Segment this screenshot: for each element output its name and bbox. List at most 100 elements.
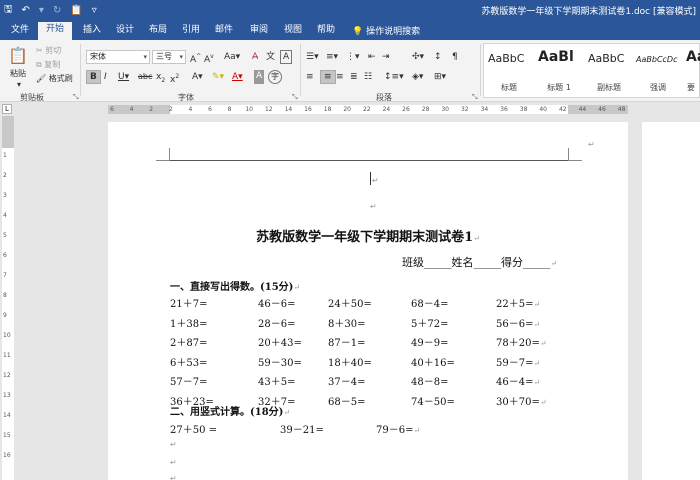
show-marks-icon[interactable]: ¶ [452,50,458,64]
distributed-icon[interactable]: ☷ [364,70,372,84]
horizontal-ruler: L 6 4 2 2 4 6 8 10 12 14 16 18 20 22 24 26 28 30 32 34 36 38 4… [0,102,700,116]
tab-mailings[interactable]: 邮件 [213,23,235,40]
font-size-combo[interactable]: 三号 ▾ [152,50,186,64]
borders-icon[interactable]: ⊞▾ [434,70,446,84]
bold-button[interactable]: B [86,70,101,84]
clear-formatting-icon[interactable]: A̶ [252,50,258,64]
char-shading-icon[interactable]: A [254,70,265,84]
cut-button[interactable]: ✂ 剪切 [36,45,61,56]
style-title[interactable]: AaBbC 标题 [484,44,534,97]
style-heading-1[interactable]: AaBl 标题 1 [534,44,584,97]
style-partial[interactable]: AaBl 要 [682,44,700,97]
tab-home[interactable]: 开始 [38,22,73,40]
copy-button[interactable]: ⧉ 复制 [36,59,60,70]
ruler-bar[interactable]: 6 4 2 2 4 6 8 10 12 14 16 18 20 22 24 26 28 30 32 34 36 38 40 4… [108,105,628,114]
style-sample: AaBbC [488,52,525,65]
align-right-icon[interactable]: ≡ [336,70,344,84]
strikethrough-button[interactable]: abc [138,70,152,84]
tab-help[interactable]: 帮助 [315,23,337,40]
redo-icon[interactable]: ↻ [53,5,61,16]
paste-icon[interactable]: 📋 [8,46,28,65]
arithmetic-item: 43＋5= [258,377,296,388]
enclose-char-icon[interactable]: 字 [268,70,282,84]
undo-icon[interactable]: ↶ [22,5,30,16]
vertical-calc-1: 27＋50 = [170,425,218,436]
font-name-combo[interactable]: 宋体 ▾ [86,50,150,64]
shading-icon[interactable]: ◈▾ [412,70,423,84]
underline-button[interactable]: U▾ [118,70,129,84]
bullets-icon[interactable]: ☰▾ [306,50,319,64]
tab-design[interactable]: 设计 [114,23,136,40]
text-cursor [370,172,371,185]
numbering-icon[interactable]: ≡▾ [326,50,338,64]
paragraph-mark: ↵ [372,176,379,185]
heading-text: 苏教版数学一年级下学期期末测试卷1 [256,230,474,245]
document-page[interactable]: ↵ ↵ ↵ 苏教版数学一年级下学期期末测试卷1↵ 班级_____姓名_____得… [108,122,628,480]
tab-layout[interactable]: 布局 [147,23,169,40]
superscript-button[interactable]: x2 [170,70,179,85]
tab-selector-icon[interactable]: L [2,104,12,114]
vruler-number: 13 [3,392,11,399]
vruler-number: 10 [3,332,11,339]
char-border-icon[interactable]: A [280,50,293,64]
align-center-icon[interactable]: ≡ [320,70,336,84]
format-painter-button[interactable]: 🖌 格式刷 [36,73,73,84]
style-subtitle[interactable]: AaBbC 副标题 [584,44,634,97]
tab-file[interactable]: 文件 [9,23,31,40]
tell-me-search[interactable]: 💡 操作说明搜索 [352,24,420,37]
ruler-number: 8 [227,106,232,113]
increase-indent-icon[interactable]: ⇥ [382,50,390,64]
paste-button[interactable]: 粘贴 [10,68,26,79]
ruler-number: 36 [500,106,508,113]
paste-qat-icon[interactable]: 📋 [70,5,82,16]
shrink-font-icon[interactable]: Av [204,50,214,65]
style-name: 副标题 [597,83,621,92]
font-launcher-icon[interactable]: ⤡ [292,93,298,102]
group-divider [80,44,81,96]
vruler-number: 3 [3,192,7,199]
ruler-number: 10 [245,106,254,113]
justify-icon[interactable]: ≣ [350,70,358,84]
vertical-ruler[interactable]: 1 2 3 4 5 6 7 8 9 10 11 12 13 14 15 16 [2,116,14,480]
font-name-value: 宋体 [90,52,106,61]
tab-references[interactable]: 引用 [180,23,202,40]
next-page[interactable] [642,122,700,480]
decrease-indent-icon[interactable]: ⇤ [368,50,376,64]
customize-qat-icon[interactable]: ▿ [92,5,97,16]
paragraph-mark: ↵ [550,259,558,268]
arithmetic-item: 68－5= [328,396,366,408]
tab-view[interactable]: 视图 [282,23,304,40]
save-icon[interactable]: 🖫 [4,2,13,19]
font-color-icon[interactable]: A▾ [232,70,243,84]
undo-dropdown-icon[interactable]: ▾ [39,5,44,16]
asian-layout-icon[interactable]: ✣▾ [412,50,424,64]
arithmetic-item: 20＋43= [258,338,302,349]
arithmetic-item: 87－1= [328,338,366,349]
header-corner-mark [156,148,170,161]
highlight-icon[interactable]: ✎▾ [212,70,224,84]
vruler-number: 14 [3,412,11,419]
grow-font-icon[interactable]: A^ [190,50,201,65]
style-emphasis[interactable]: AaBbCcDc 强调 [634,44,682,97]
vruler-number: 7 [3,272,7,279]
scissors-icon: ✂ [36,46,43,55]
group-divider [480,44,481,96]
paragraph-launcher-icon[interactable]: ⤡ [472,93,478,102]
phonetic-guide-icon[interactable]: 文 [266,50,275,64]
multilevel-list-icon[interactable]: ⋮▾ [346,50,360,64]
tab-review[interactable]: 审阅 [248,23,270,40]
ruler-number: 32 [460,106,469,113]
clipboard-launcher-icon[interactable]: ⤡ [73,93,79,102]
align-left-icon[interactable]: ≡ [306,70,314,84]
text-effects-icon[interactable]: A▾ [192,70,203,84]
paragraph-mark: ↵ [533,319,541,329]
header-rule [170,160,568,161]
change-case-icon[interactable]: Aa▾ [224,50,240,64]
arithmetic-item: 46－6= [258,299,296,310]
sort-icon[interactable]: ↕ [434,50,442,64]
italic-button[interactable]: I [104,70,107,84]
tab-insert[interactable]: 插入 [81,23,103,40]
subscript-button[interactable]: x2 [156,70,165,84]
line-spacing-icon[interactable]: ↕≡▾ [384,70,404,84]
paste-dropdown-icon[interactable]: ▾ [17,80,21,89]
